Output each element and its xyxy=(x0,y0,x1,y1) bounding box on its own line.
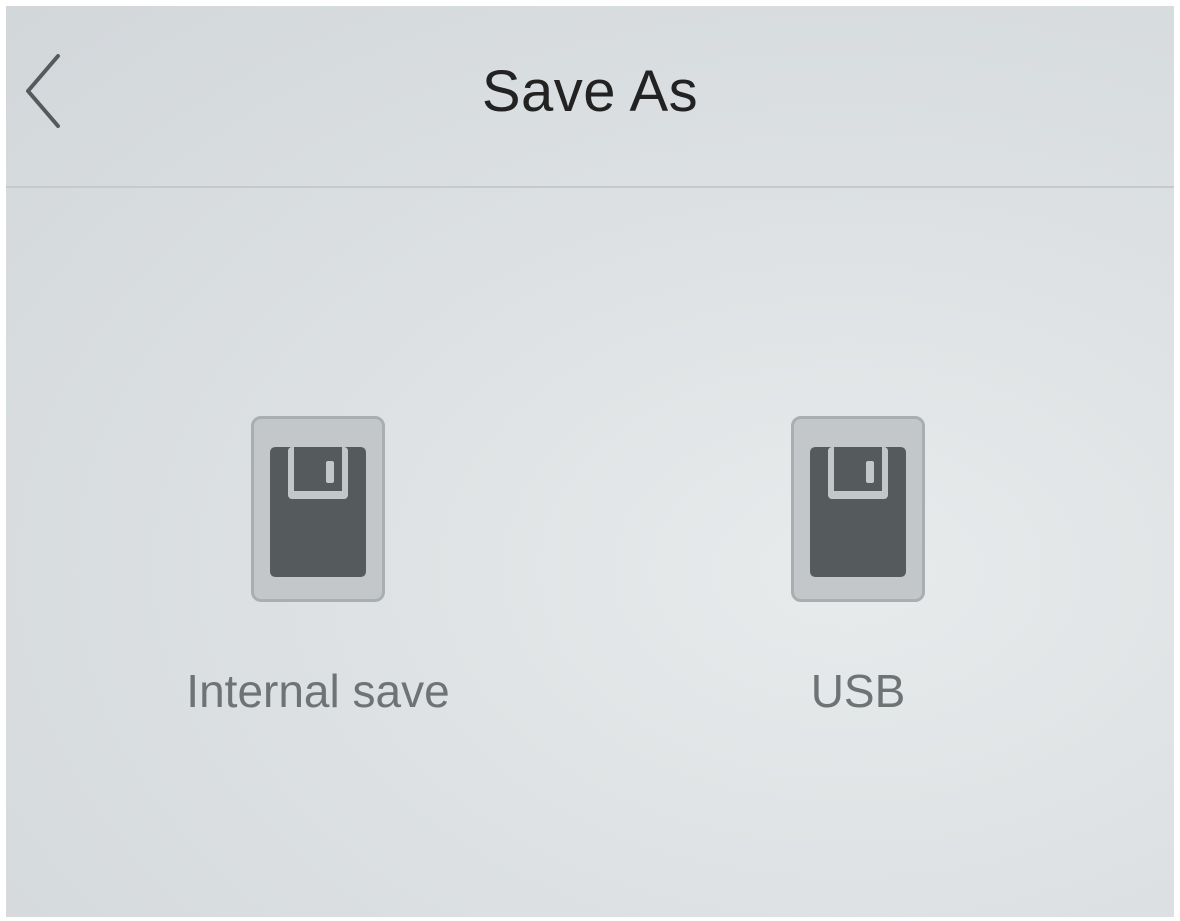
internal-save-label: Internal save xyxy=(186,665,450,717)
usb-icon-tile[interactable] xyxy=(791,416,925,602)
floppy-disk-icon xyxy=(270,447,366,577)
save-as-screen: Save As Internal save USB xyxy=(6,6,1174,917)
usb-option[interactable]: USB xyxy=(688,416,1028,718)
internal-save-option[interactable]: Internal save xyxy=(148,416,488,718)
header-bar: Save As xyxy=(6,6,1174,188)
internal-save-icon-tile[interactable] xyxy=(251,416,385,602)
usb-label: USB xyxy=(810,665,906,717)
page-title: Save As xyxy=(481,59,699,124)
floppy-disk-icon xyxy=(810,447,906,577)
